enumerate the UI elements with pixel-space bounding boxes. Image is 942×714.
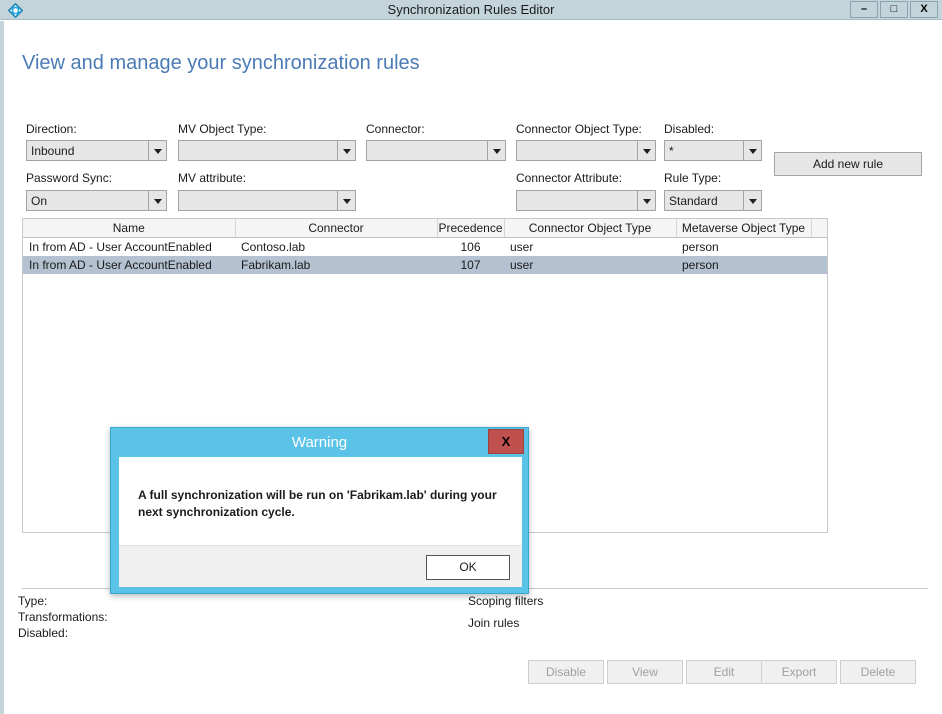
cell-metaverse-object-type: person [682, 240, 719, 254]
dialog-message-text: A full synchronization will be run on 'F… [138, 488, 497, 519]
window-title-bar: Synchronization Rules Editor – □ X [0, 0, 942, 20]
chevron-down-icon [337, 191, 355, 210]
label-connector: Connector: [366, 122, 425, 136]
dialog-close-button[interactable]: X [488, 429, 524, 454]
table-header-row: Name Connector Precedence Connector Obje… [23, 219, 827, 238]
rules-table: Name Connector Precedence Connector Obje… [23, 219, 827, 274]
maximize-button[interactable]: □ [880, 1, 908, 18]
window-controls: – □ X [848, 1, 938, 18]
combo-direction-value: Inbound [31, 143, 75, 158]
add-new-rule-button[interactable]: Add new rule [774, 152, 922, 176]
cell-filler [811, 238, 827, 257]
cell-connector: Contoso.lab [241, 240, 306, 254]
column-header-connector[interactable]: Connector [235, 219, 438, 238]
cell-precedence: 107 [437, 256, 504, 274]
combo-connector[interactable] [366, 140, 506, 161]
column-header-metaverse-object-type[interactable]: Metaverse Object Type [676, 219, 812, 238]
combo-rule-type-value: Standard [669, 193, 718, 208]
detail-label-disabled: Disabled: [18, 626, 69, 640]
chevron-down-icon [637, 191, 655, 210]
label-rule-type: Rule Type: [664, 171, 722, 185]
cell-filler [811, 256, 827, 274]
combo-password-sync[interactable]: On [26, 190, 167, 211]
join-rules-link[interactable]: Join rules [468, 616, 519, 630]
cell-connector-object-type: user [510, 240, 534, 254]
scoping-filters-link[interactable]: Scoping filters [468, 594, 543, 608]
view-button[interactable]: View [607, 660, 683, 684]
label-mv-object-type: MV Object Type: [178, 122, 267, 136]
table-row[interactable]: In from AD - User AccountEnabled Contoso… [23, 238, 827, 257]
application-window: Synchronization Rules Editor – □ X View … [0, 0, 942, 714]
chevron-down-icon [337, 141, 355, 160]
close-icon: X [920, 3, 928, 15]
combo-disabled-value: * [669, 143, 674, 158]
column-header-filler [811, 219, 827, 238]
combo-mv-attribute[interactable] [178, 190, 356, 211]
column-header-connector-object-type[interactable]: Connector Object Type [504, 219, 677, 238]
label-password-sync: Password Sync: [26, 171, 113, 185]
delete-button[interactable]: Delete [840, 660, 916, 684]
edit-button[interactable]: Edit [686, 660, 762, 684]
detail-label-type: Type: [18, 594, 48, 608]
column-header-precedence[interactable]: Precedence [437, 219, 505, 238]
label-mv-attribute: MV attribute: [178, 171, 247, 185]
label-direction: Direction: [26, 122, 77, 136]
close-button[interactable]: X [910, 1, 938, 18]
disable-button[interactable]: Disable [528, 660, 604, 684]
dialog-ok-button[interactable]: OK [426, 555, 510, 580]
client-area: View and manage your synchronization rul… [0, 21, 942, 714]
combo-direction[interactable]: Inbound [26, 140, 167, 161]
close-icon: X [501, 434, 511, 449]
window-title: Synchronization Rules Editor [387, 2, 555, 17]
label-connector-object-type: Connector Object Type: [516, 122, 642, 136]
combo-password-sync-value: On [31, 193, 48, 208]
label-connector-attribute: Connector Attribute: [516, 171, 623, 185]
cell-connector: Fabrikam.lab [235, 256, 437, 274]
table-row[interactable]: In from AD - User AccountEnabled Fabrika… [23, 256, 827, 274]
cell-connector-object-type: user [504, 256, 676, 274]
chevron-down-icon [148, 141, 166, 160]
page-title: View and manage your synchronization rul… [22, 52, 420, 74]
label-disabled-filter: Disabled: [664, 122, 715, 136]
chevron-down-icon [487, 141, 505, 160]
combo-connector-attribute[interactable] [516, 190, 656, 211]
dialog-title-bar: Warning X [111, 428, 528, 457]
combo-mv-object-type[interactable] [178, 140, 356, 161]
dialog-body: A full synchronization will be run on 'F… [119, 457, 522, 545]
detail-label-transformations: Transformations: [18, 610, 108, 624]
warning-dialog: Warning X A full synchronization will be… [110, 427, 529, 594]
combo-connector-object-type[interactable] [516, 140, 656, 161]
cell-precedence: 106 [460, 240, 481, 254]
dialog-footer: OK [119, 545, 522, 587]
cell-name: In from AD - User AccountEnabled [29, 240, 212, 254]
minimize-button[interactable]: – [850, 1, 878, 18]
minimize-icon: – [860, 3, 868, 15]
export-button[interactable]: Export [761, 660, 837, 684]
dialog-title: Warning [291, 434, 348, 451]
chevron-down-icon [637, 141, 655, 160]
chevron-down-icon [743, 191, 761, 210]
chevron-down-icon [148, 191, 166, 210]
combo-disabled[interactable]: * [664, 140, 762, 161]
cell-metaverse-object-type: person [676, 256, 811, 274]
maximize-icon: □ [890, 3, 898, 15]
chevron-down-icon [743, 141, 761, 160]
combo-rule-type[interactable]: Standard [664, 190, 762, 211]
cell-name: In from AD - User AccountEnabled [23, 256, 235, 274]
column-header-name[interactable]: Name [23, 219, 236, 238]
